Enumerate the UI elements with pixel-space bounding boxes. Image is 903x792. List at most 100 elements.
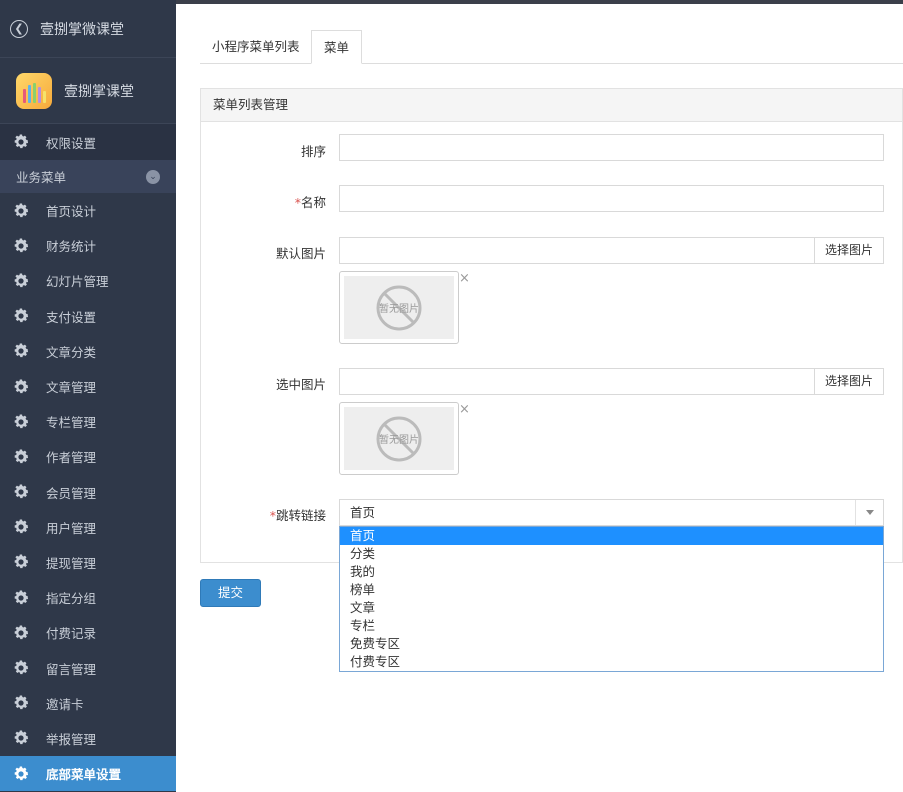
dropdown-option[interactable]: 分类: [340, 545, 883, 563]
sidebar-item[interactable]: 底部菜单设置: [0, 756, 176, 792]
panel-title: 菜单列表管理: [201, 89, 902, 122]
sidebar-item-label: 付费记录: [46, 626, 97, 642]
selected-image-preview: 暂无图片: [339, 402, 459, 475]
default-image-preview: 暂无图片: [339, 271, 459, 344]
sidebar-item-label: 留言管理: [46, 661, 97, 677]
sidebar-item[interactable]: 首页设计: [0, 193, 176, 228]
sidebar-item-label: 作者管理: [46, 450, 97, 466]
sidebar-item[interactable]: 邀请卡: [0, 686, 176, 721]
link-dropdown-list: 首页 分类 我的 榜单 文章 专栏 免费专区 付费专区: [339, 526, 884, 672]
sidebar-item[interactable]: 作者管理: [0, 439, 176, 474]
remove-default-image-icon[interactable]: ×: [459, 271, 470, 286]
dropdown-option[interactable]: 专栏: [340, 617, 883, 635]
name-label: *名称: [295, 192, 326, 211]
sidebar-item-label: 幻灯片管理: [46, 274, 109, 290]
sidebar-item[interactable]: 会员管理: [0, 475, 176, 510]
chevron-down-icon[interactable]: ⌄: [146, 169, 160, 184]
menu-form-panel: 菜单列表管理 排序 *名称 默认图片 选择图片 暂无图片 × 选中图片 选择图片…: [200, 88, 903, 563]
gear-icon: [12, 448, 30, 466]
brand-logo-icon: [16, 72, 52, 109]
app-title: 壹捌掌微课堂: [40, 21, 124, 38]
sidebar-item[interactable]: 指定分组: [0, 580, 176, 615]
sidebar-item-label: 底部菜单设置: [46, 767, 122, 783]
gear-icon: [12, 237, 30, 255]
sidebar-item[interactable]: 举报管理: [0, 721, 176, 756]
sidebar-item-label: 邀请卡: [46, 696, 84, 712]
name-label-text: 名称: [300, 195, 326, 210]
no-image-text: 暂无图片: [379, 302, 419, 315]
sidebar-item[interactable]: 付费记录: [0, 615, 176, 650]
tab-menu[interactable]: 菜单: [311, 30, 363, 64]
sidebar-item-label: 支付设置: [46, 309, 97, 325]
dropdown-option[interactable]: 首页: [340, 527, 883, 545]
gear-icon: [12, 694, 30, 712]
sidebar-group-business[interactable]: 业务菜单 ⌄: [0, 160, 176, 193]
sidebar-item[interactable]: 支付设置: [0, 299, 176, 334]
no-image-icon: 暂无图片: [376, 416, 422, 461]
default-image-label: 默认图片: [275, 246, 326, 261]
sidebar-item-label: 权限设置: [46, 135, 97, 151]
dropdown-option[interactable]: 付费专区: [340, 653, 883, 671]
dropdown-option[interactable]: 文章: [340, 599, 883, 617]
link-select-value: 首页: [350, 505, 376, 520]
sort-label: 排序: [300, 144, 326, 159]
gear-icon: [12, 553, 30, 571]
sidebar-item[interactable]: 专栏管理: [0, 404, 176, 439]
sidebar-item-label: 提现管理: [46, 555, 97, 571]
no-image-text: 暂无图片: [379, 433, 419, 446]
sidebar-item-permission[interactable]: 权限设置: [0, 124, 176, 160]
gear-icon: [12, 202, 30, 220]
gear-icon: [12, 378, 30, 396]
sidebar-item-label: 文章分类: [46, 344, 97, 360]
brand: 壹捌掌课堂: [0, 58, 176, 124]
gear-icon: [12, 483, 30, 501]
gear-icon: [12, 413, 30, 431]
tab-menu-list[interactable]: 小程序菜单列表: [200, 30, 312, 64]
no-image-icon: 暂无图片: [376, 285, 422, 330]
sidebar-item-label: 文章管理: [46, 380, 97, 396]
name-input[interactable]: [339, 185, 884, 212]
choose-default-image-button[interactable]: 选择图片: [815, 237, 884, 264]
remove-selected-image-icon[interactable]: ×: [459, 402, 470, 417]
link-select[interactable]: 首页: [339, 499, 884, 526]
gear-icon: [12, 307, 30, 325]
sidebar-item-label: 举报管理: [46, 731, 97, 747]
submit-button[interactable]: 提交: [200, 579, 261, 607]
default-image-input[interactable]: [339, 237, 815, 264]
dropdown-option[interactable]: 免费专区: [340, 635, 883, 653]
gear-icon: [12, 765, 30, 783]
brand-name: 壹捌掌课堂: [64, 83, 134, 100]
gear-icon: [12, 589, 30, 607]
link-label: *跳转链接: [270, 505, 326, 524]
selected-image-input[interactable]: [339, 368, 815, 395]
gear-icon: [12, 518, 30, 536]
sidebar-item[interactable]: 提现管理: [0, 545, 176, 580]
link-label-text: 跳转链接: [275, 508, 326, 523]
sidebar-item-label: 会员管理: [46, 485, 97, 501]
sidebar-item[interactable]: 财务统计: [0, 228, 176, 263]
sidebar-item[interactable]: 文章分类: [0, 334, 176, 369]
sidebar-item[interactable]: 文章管理: [0, 369, 176, 404]
sidebar-item[interactable]: 留言管理: [0, 650, 176, 685]
selected-image-label: 选中图片: [275, 377, 326, 392]
sidebar-item[interactable]: 用户管理: [0, 510, 176, 545]
sort-input[interactable]: [339, 134, 884, 161]
sidebar-menu: 首页设计财务统计幻灯片管理支付设置文章分类文章管理专栏管理作者管理会员管理用户管…: [0, 193, 176, 792]
dropdown-option[interactable]: 我的: [340, 563, 883, 581]
sidebar-item-label: 首页设计: [46, 204, 97, 220]
dropdown-option[interactable]: 榜单: [340, 581, 883, 599]
gear-icon: [12, 624, 30, 642]
sidebar-item-label: 专栏管理: [46, 415, 97, 431]
choose-selected-image-button[interactable]: 选择图片: [815, 368, 884, 395]
sidebar-group-label: 业务菜单: [16, 170, 67, 185]
sidebar: ❮ 壹捌掌微课堂 壹捌掌课堂 权限设置 业务菜单 ⌄ 首页设计财务统计幻灯片管理…: [0, 0, 176, 792]
sidebar-item-label: 用户管理: [46, 520, 97, 536]
sidebar-item[interactable]: 幻灯片管理: [0, 263, 176, 298]
sidebar-item-label: 指定分组: [46, 591, 97, 607]
gear-icon: [12, 272, 30, 290]
back-icon[interactable]: ❮: [10, 19, 28, 38]
dropdown-arrow-icon[interactable]: [855, 500, 883, 525]
gear-icon: [12, 659, 30, 677]
sidebar-header[interactable]: ❮ 壹捌掌微课堂: [0, 0, 176, 58]
gear-icon: [12, 133, 30, 151]
